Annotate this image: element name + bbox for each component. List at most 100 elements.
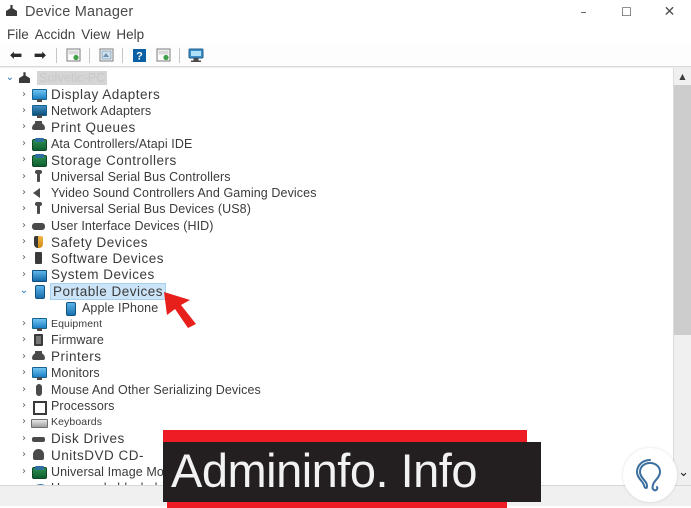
tree-item-monitors[interactable]: › Monitors (0, 365, 673, 381)
tree-item-label: Portable Devices (49, 282, 167, 300)
tree-item-firmware[interactable]: › Firmware (0, 332, 673, 348)
chevron-right-icon[interactable]: › (17, 187, 31, 198)
chevron-right-icon[interactable]: › (17, 269, 31, 280)
tree-item-label: UnitsDVD CD- (51, 447, 145, 463)
tree-item-print-queues[interactable]: › Print Queues (0, 119, 673, 135)
chevron-right-icon[interactable]: › (17, 138, 31, 149)
scrollbar-track[interactable] (674, 85, 691, 485)
tree-root-solvetic-pc[interactable]: ⌄ Solvetic-PC (0, 70, 673, 86)
tree-item-label: Solvetic-PC (37, 71, 108, 86)
tree-item-label: Storage Controllers (51, 152, 177, 168)
update-driver-icon[interactable] (152, 45, 174, 65)
tree-item-label: Apple IPhone (82, 300, 159, 315)
close-button[interactable]: ✕ (648, 0, 691, 24)
chevron-right-icon[interactable]: › (17, 401, 31, 411)
properties-icon[interactable] (62, 45, 84, 65)
tree-item-label: Firmware (51, 333, 104, 348)
tree-item-software-devices[interactable]: › Software Devices (0, 250, 673, 266)
mouse-icon (31, 383, 47, 397)
tree-item-network-adapters[interactable]: › Network Adapters (0, 103, 673, 119)
chevron-down-icon[interactable]: ⌄ (17, 286, 31, 296)
monitor-icon (31, 88, 47, 102)
tree-item-label: Processors (51, 399, 115, 413)
back-arrow-icon[interactable]: ⬅ (5, 45, 27, 65)
dvd-icon (31, 448, 47, 462)
chevron-down-icon[interactable]: ⌄ (3, 73, 17, 83)
chevron-right-icon[interactable]: › (17, 237, 31, 247)
chevron-right-icon[interactable]: › (17, 433, 31, 444)
tree-item-processors[interactable]: › Processors (0, 398, 673, 415)
device-tree[interactable]: ⌄ Solvetic-PC › Display Adapters › Network Ad… (0, 68, 673, 485)
tree-item-printers[interactable]: › Printers (0, 349, 673, 365)
minimize-button[interactable]: – (562, 0, 605, 24)
forward-arrow-icon[interactable]: ➡ (29, 45, 51, 65)
menu-item-help[interactable]: Help (116, 27, 144, 42)
chevron-right-icon[interactable]: › (17, 220, 31, 231)
chevron-right-icon[interactable]: › (17, 466, 31, 477)
tree-item-portable-devices[interactable]: ⌄ Portable Devices (0, 282, 673, 300)
tree-item-unitsdvd-cd[interactable]: › UnitsDVD CD- (0, 447, 673, 463)
tree-item-keyboards[interactable]: › Keyboards (0, 414, 673, 430)
chevron-right-icon[interactable]: › (17, 417, 31, 427)
tree-item-universal-image-mount[interactable]: › Universal Image Mount (0, 463, 673, 479)
show-hidden-devices-icon[interactable] (185, 45, 207, 65)
tree-item-label: Universal Serial Bus Controllers (51, 169, 231, 184)
tree-item-apple-iphone[interactable]: Apple IPhone (0, 299, 673, 316)
chevron-right-icon[interactable]: › (17, 89, 31, 100)
hid-icon (31, 219, 47, 233)
menu-item-action[interactable]: Accidn (35, 27, 76, 42)
chevron-down-icon[interactable]: ⌄ (678, 465, 689, 480)
tree-item-equipment[interactable]: › Equipment (0, 316, 673, 332)
tree-item-ata-controllers-atapi-ide[interactable]: › Ata Controllers/Atapi IDE (0, 136, 673, 152)
tree-item-display-adapters[interactable]: › Display Adapters (0, 86, 673, 102)
firmware-icon (31, 333, 47, 347)
scrollbar-thumb[interactable] (674, 85, 691, 335)
chevron-right-icon[interactable]: › (17, 171, 31, 182)
chevron-right-icon[interactable]: › (17, 105, 31, 116)
maximize-button[interactable]: ☐ (605, 0, 648, 24)
vertical-scrollbar[interactable]: ▲ (673, 68, 691, 485)
phone-icon (31, 284, 47, 300)
storage-icon (31, 153, 47, 168)
tree-item-label: Mouse And Other Serializing Devices (51, 382, 261, 397)
statusbar (0, 485, 691, 506)
tree-item-label: Software Devices (51, 250, 165, 266)
chevron-right-icon[interactable]: › (17, 335, 31, 345)
device-manager-window: Device Manager – ☐ ✕ File Accidn View He… (0, 0, 691, 506)
tree-item-label: Universal Image Mount (51, 464, 182, 479)
scroll-up-button[interactable]: ▲ (674, 68, 691, 85)
chevron-right-icon[interactable]: › (17, 368, 31, 378)
menubar: File Accidn View Help (0, 24, 691, 44)
tree-item-storage-controllers[interactable]: › Storage Controllers (0, 152, 673, 168)
tree-item-mouse-and-other-serializing-devices[interactable]: › Mouse And Other Serializing Devices (0, 381, 673, 397)
controller-icon (31, 465, 47, 479)
menu-item-view[interactable]: View (81, 27, 110, 42)
chevron-right-icon[interactable]: › (17, 319, 31, 329)
tree-item-universal-serial-bus-controllers[interactable]: › Universal Serial Bus Controllers (0, 168, 673, 184)
tree-item-user-interface-devices-hid[interactable]: › User Interface Devices (HID) (0, 218, 673, 234)
scan-hardware-icon[interactable] (95, 45, 117, 65)
tree-item-label: Universal Serial Bus Devices (US8) (51, 202, 251, 217)
chevron-right-icon[interactable]: › (17, 482, 31, 485)
chevron-right-icon[interactable]: › (17, 253, 31, 263)
tree-item-user-mode-block-devic[interactable]: › User-mode block devic (0, 480, 673, 485)
controller-icon (31, 137, 47, 151)
window-title: Device Manager (25, 4, 134, 20)
chevron-right-icon[interactable]: › (17, 155, 31, 165)
lightbulb-icon[interactable] (623, 448, 677, 502)
tree-item-system-devices[interactable]: › System Devices (0, 267, 673, 283)
device-manager-icon (4, 4, 20, 20)
chevron-right-icon[interactable]: › (17, 351, 31, 362)
disk-icon (31, 432, 47, 446)
help-icon[interactable]: ? (128, 45, 150, 65)
menu-item-file[interactable]: File (7, 27, 29, 42)
tree-item-safety-devices[interactable]: › Safety Devices (0, 234, 673, 250)
chevron-right-icon[interactable]: › (17, 204, 31, 214)
chevron-right-icon[interactable]: › (17, 450, 31, 460)
chevron-right-icon[interactable]: › (17, 122, 31, 132)
tree-item-disk-drives[interactable]: › Disk Drives (0, 431, 673, 447)
tree-item-yvideo-sound-controllers-and-gaming-devices[interactable]: › Yvideo Sound Controllers And Gaming Dev… (0, 185, 673, 201)
chevron-right-icon[interactable]: › (17, 384, 31, 395)
tree-item-universal-serial-bus-devices-us8[interactable]: › Universal Serial Bus Devices (US8) (0, 201, 673, 217)
speaker-icon (31, 186, 47, 200)
